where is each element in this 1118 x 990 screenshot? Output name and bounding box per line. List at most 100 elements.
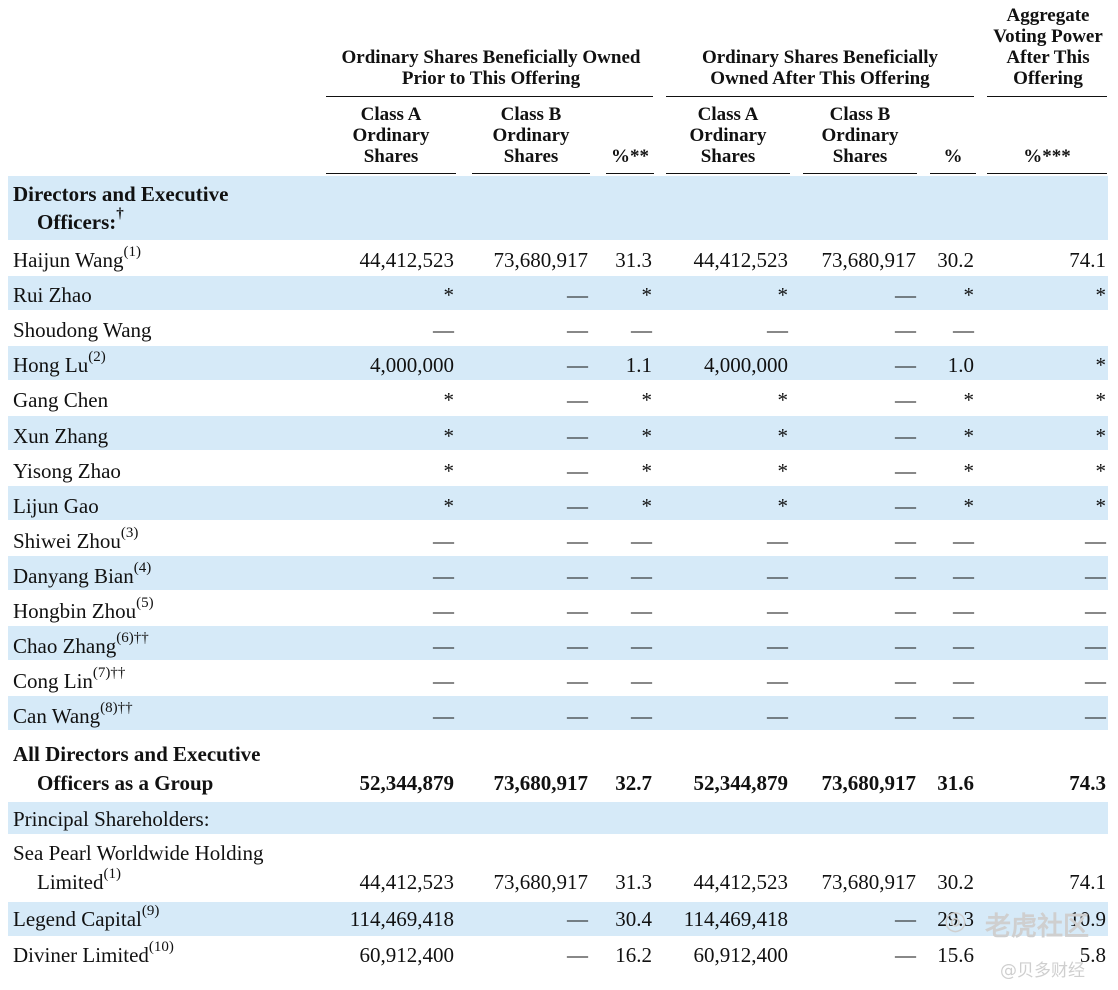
cell-class-a-after: * <box>777 493 789 518</box>
cell-pct-prior: — <box>631 669 652 694</box>
cell-class-b-prior: — <box>567 599 588 623</box>
director-name-text: Can Wang <box>13 704 101 729</box>
cell-class-a-after: — <box>767 563 788 588</box>
cell-class-b-after: — <box>895 563 916 588</box>
header-class-b-prior: Class B Ordinary Shares <box>492 104 570 167</box>
cell-pct-after: — <box>953 669 974 694</box>
cell-pct-after: — <box>953 563 974 588</box>
footnote-ref: (8)†† <box>100 700 133 717</box>
shareholder-name-text: Sea Pearl Worldwide Holding <box>13 841 264 865</box>
footnote-ref: (9) <box>141 903 160 919</box>
header-class-a-after: Class A Ordinary Shares <box>689 104 767 167</box>
cell-pct-after: 30.2 <box>937 870 974 894</box>
rule-col-b2 <box>803 173 917 174</box>
footnote-ref: (4) <box>133 559 152 576</box>
cell-pct-prior: — <box>631 634 652 659</box>
cell-voting-power: — <box>1085 528 1106 553</box>
cell-pct-prior: * <box>641 283 653 308</box>
cell-pct-prior: 1.1 <box>625 353 652 378</box>
rule-prior-group <box>326 96 653 97</box>
cell-class-a-prior: 44,412,523 <box>359 248 455 272</box>
cell-class-b-prior: — <box>567 634 588 659</box>
cell-voting-power: * <box>1095 493 1107 518</box>
cell-class-a-prior: * <box>443 458 455 483</box>
director-name: Rui Zhao <box>13 283 92 308</box>
rule-col-p1 <box>606 173 654 174</box>
cell-pct-after: — <box>953 599 974 623</box>
cell-class-a-after: * <box>777 458 789 483</box>
director-name-text: Gang Chen <box>13 388 109 413</box>
cell-class-b-after: — <box>895 669 916 694</box>
cell-pct-prior: — <box>631 704 652 729</box>
cell-voting-power: — <box>1085 563 1106 588</box>
cell-class-b-prior: 73,680,917 <box>493 870 589 894</box>
director-name: Shiwei Zhou(3) <box>13 525 138 554</box>
cell-class-a-prior: 114,469,418 <box>349 907 454 931</box>
cell-class-b-after: — <box>895 493 916 518</box>
director-name-text: Cong Lin <box>13 669 93 694</box>
cell-pct-prior: * <box>641 423 653 448</box>
footnote-ref: (1) <box>123 244 142 260</box>
director-name: Gang Chen <box>13 388 108 413</box>
cell-class-a-prior: — <box>433 563 454 588</box>
footnote-ref: (2) <box>88 349 106 366</box>
director-name: Can Wang(8)†† <box>13 701 133 729</box>
cell-voting-power: 74.1 <box>1069 248 1106 272</box>
cell-pct-prior: 31.3 <box>615 870 652 894</box>
cell-pct-after: — <box>953 528 974 553</box>
cell-pct-prior: * <box>641 388 653 413</box>
cell-pct-after: 15.6 <box>937 943 974 967</box>
cell-class-b-prior: — <box>567 353 588 378</box>
shareholder-name: Sea Pearl Worldwide Holding <box>13 841 263 866</box>
group-name-line1: All Directors and Executive <box>13 742 261 766</box>
cell-pct-after: * <box>963 458 975 483</box>
header-pct-aggregate: %*** <box>1023 146 1071 167</box>
cell-pct-after: — <box>953 634 974 659</box>
footnote-ref: (1) <box>103 866 122 882</box>
rule-col-a1 <box>326 173 456 174</box>
cell-voting-power: * <box>1095 353 1107 378</box>
cell-voting-power: — <box>1085 669 1106 694</box>
director-name-text: Shiwei Zhou <box>13 528 121 553</box>
shareholder-name-line2: Limited(1) <box>37 867 121 895</box>
cell-class-a-prior: — <box>433 634 454 659</box>
director-name: Cong Lin(7)†† <box>13 666 125 694</box>
shareholder-name: Diviner Limited(10) <box>13 940 174 968</box>
cell-class-b-prior: — <box>567 283 588 308</box>
cell-class-a-prior: * <box>443 388 455 413</box>
cell-class-a-prior: — <box>433 318 454 343</box>
footnote-ref: (3) <box>120 524 139 541</box>
header-class-a-prior: Class A Ordinary Shares <box>352 104 430 167</box>
cell-voting-power: — <box>1085 704 1106 729</box>
rule-col-b1 <box>472 173 590 174</box>
director-name: Hong Lu(2) <box>13 350 106 378</box>
footnote-ref: (10) <box>148 939 174 955</box>
header-aggregate-voting: Aggregate Voting Power After This Offeri… <box>993 5 1103 89</box>
cell-class-a-after: 44,412,523 <box>693 870 789 894</box>
cell-class-a-prior: * <box>443 493 455 518</box>
group-class-b-after: 73,680,917 <box>821 771 917 795</box>
cell-voting-power: * <box>1095 283 1107 308</box>
rule-col-vp <box>987 173 1107 174</box>
header-after-offering: Ordinary Shares Beneficially Owned After… <box>701 47 939 89</box>
footnote-ref: (7)†† <box>92 665 126 682</box>
cell-class-b-after: — <box>895 353 916 378</box>
cell-pct-after: 30.2 <box>937 248 974 272</box>
cell-class-b-prior: — <box>567 423 588 448</box>
watermark-main: 老虎社区 <box>985 912 1090 942</box>
cell-class-b-prior: — <box>567 318 588 343</box>
cell-class-b-after: — <box>895 599 916 623</box>
cell-pct-prior: 30.4 <box>615 907 652 931</box>
cell-class-a-after: — <box>767 669 788 694</box>
group-class-a-prior: 52,344,879 <box>359 771 455 795</box>
cell-pct-after: * <box>963 493 975 518</box>
director-name-text: Haijun Wang <box>13 248 124 272</box>
shareholder-name: Legend Capital(9) <box>13 904 159 932</box>
section-directors-label: Officers: <box>37 210 117 234</box>
shareholder-name-text: Legend Capital <box>13 907 142 931</box>
footnote-ref: (5) <box>136 595 154 611</box>
director-name-text: Hongbin Zhou <box>13 599 137 623</box>
cell-class-b-after: — <box>895 458 916 483</box>
watermark-logo-icon: ◎ <box>944 906 967 936</box>
director-name-text: Danyang Bian <box>13 563 134 588</box>
